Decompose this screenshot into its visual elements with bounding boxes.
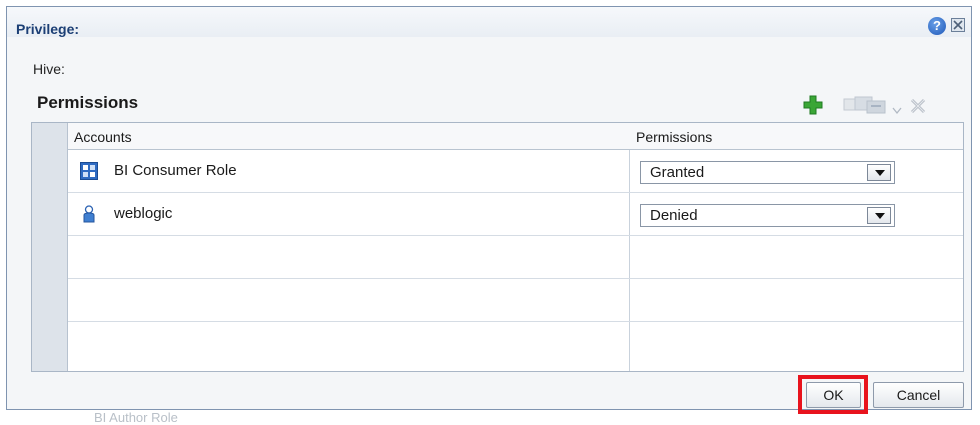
ok-button[interactable]: OK (806, 382, 861, 408)
close-icon[interactable] (951, 18, 965, 32)
dialog-titlebar: Privilege: ? (7, 7, 971, 37)
empty-table-row[interactable] (68, 279, 963, 322)
chevron-down-icon[interactable] (867, 207, 891, 224)
permissions-table: Accounts Permissions BI Consumer Role Gr… (31, 122, 964, 372)
permission-value: Granted (650, 164, 705, 181)
table-row[interactable]: BI Consumer Role Granted (68, 150, 963, 193)
cancel-button[interactable]: Cancel (873, 382, 964, 408)
account-name: weblogic (114, 205, 173, 222)
add-icon[interactable] (803, 95, 823, 115)
permissions-column-header[interactable]: Permissions (636, 129, 712, 145)
delete-icon[interactable] (909, 97, 927, 115)
edit-icon[interactable] (843, 96, 887, 114)
row-selector-gutter[interactable] (32, 123, 68, 371)
privilege-dialog: Privilege: ? Hive: Permissions Accounts … (6, 6, 972, 414)
table-header: Accounts Permissions (68, 123, 963, 150)
account-name: BI Consumer Role (114, 162, 237, 179)
user-icon (80, 205, 98, 223)
role-icon (80, 162, 98, 180)
accounts-column-header[interactable]: Accounts (74, 129, 132, 145)
table-row[interactable]: weblogic Denied (68, 193, 963, 236)
empty-table-row[interactable] (68, 236, 963, 279)
permission-value: Denied (650, 207, 698, 224)
empty-table-row[interactable] (68, 322, 963, 365)
chevron-down-icon[interactable] (867, 164, 891, 181)
dropdown-arrow-icon[interactable] (892, 102, 902, 115)
dialog-title: Privilege: (16, 21, 80, 37)
help-icon[interactable]: ? (928, 17, 946, 35)
permission-select[interactable]: Granted (640, 161, 895, 184)
permission-select[interactable]: Denied (640, 204, 895, 227)
hive-label: Hive: (33, 61, 65, 77)
permissions-heading: Permissions (37, 93, 139, 112)
